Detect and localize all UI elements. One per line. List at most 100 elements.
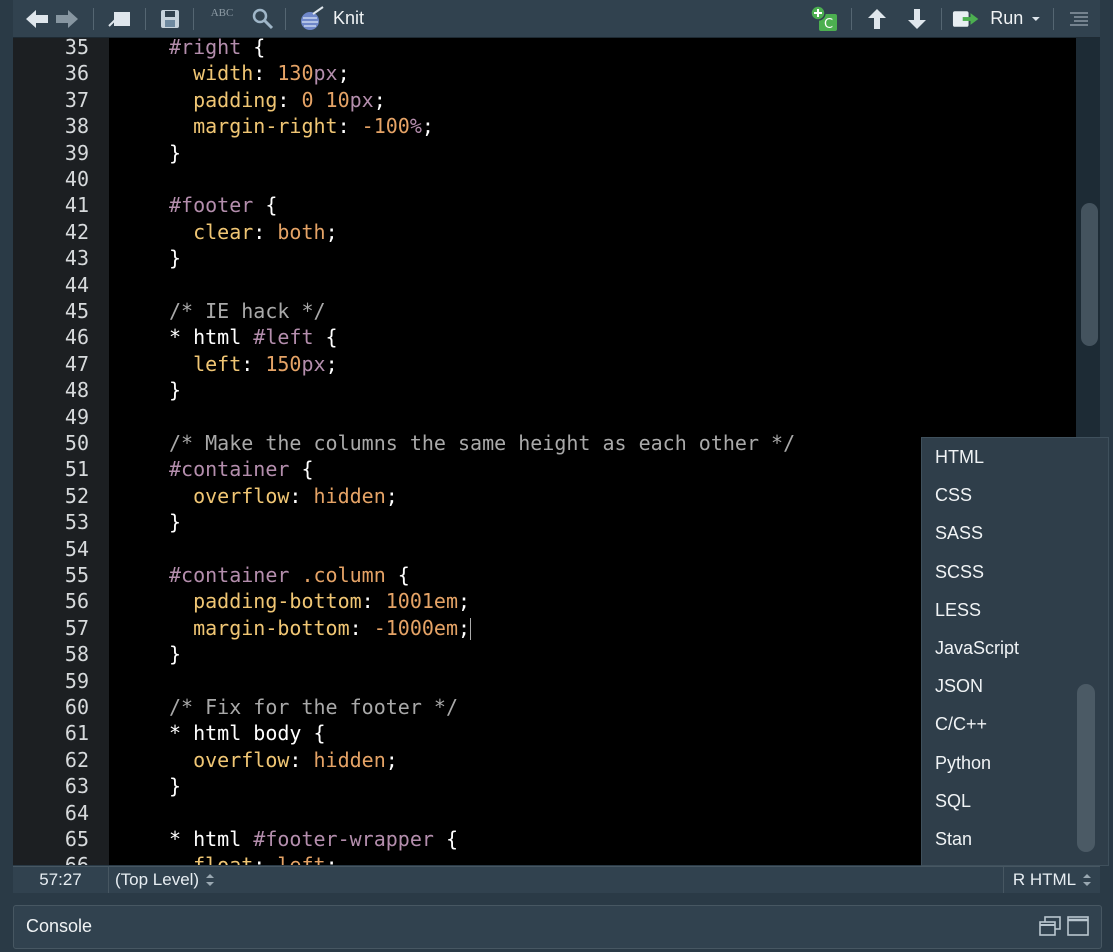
line-number: 64 bbox=[64, 800, 89, 825]
line-number: 49 bbox=[64, 404, 89, 429]
line-number: 54 bbox=[64, 536, 89, 561]
code-token: margin-bottom bbox=[169, 615, 350, 640]
console-pane-header[interactable]: Console bbox=[13, 905, 1102, 949]
code-token: } bbox=[169, 140, 182, 165]
line-number: 46 bbox=[64, 325, 89, 350]
restore-pane-icon[interactable] bbox=[1038, 915, 1062, 941]
code-line: * html body { bbox=[169, 720, 326, 746]
knit-label: Knit bbox=[333, 8, 365, 28]
language-menu-item[interactable]: SCSS bbox=[935, 562, 984, 583]
line-number: 43 bbox=[64, 246, 89, 271]
line-number: 65 bbox=[64, 827, 89, 851]
code-token: overflow bbox=[169, 747, 290, 772]
language-menu-item[interactable]: Stan bbox=[935, 829, 972, 850]
code-token: ; bbox=[458, 615, 471, 640]
code-token: * html body { bbox=[169, 721, 326, 746]
code-line: /* Fix for the footer */ bbox=[169, 694, 458, 720]
scope-selector[interactable]: (Top Level) bbox=[115, 867, 215, 893]
code-token: : bbox=[277, 87, 302, 112]
scope-label: (Top Level) bbox=[115, 870, 200, 889]
status-bar: 57:27 (Top Level) R HTML bbox=[13, 866, 1100, 893]
run-chevron-down-icon bbox=[1032, 16, 1041, 21]
editor-toolbar: ABC Knit C Run bbox=[13, 0, 1100, 38]
code-token: } bbox=[169, 642, 182, 667]
find-replace-icon[interactable] bbox=[249, 0, 277, 37]
code-token: /* IE hack */ bbox=[169, 299, 326, 323]
code-token: { bbox=[289, 457, 314, 482]
code-token: hidden bbox=[313, 747, 386, 772]
code-line: #container { bbox=[169, 456, 314, 482]
code-token: : bbox=[253, 61, 278, 86]
show-in-window-icon[interactable] bbox=[105, 0, 135, 37]
line-number: 41 bbox=[64, 193, 89, 218]
code-token: { bbox=[385, 563, 410, 587]
language-menu-item[interactable]: Python bbox=[935, 753, 991, 774]
forward-arrow-icon[interactable] bbox=[53, 0, 81, 37]
code-token: } bbox=[169, 246, 182, 271]
code-line: margin-right: -100%; bbox=[169, 113, 434, 139]
language-menu-item[interactable]: SASS bbox=[935, 523, 983, 544]
code-line: #footer { bbox=[169, 192, 277, 218]
code-token: #footer-wrapper bbox=[253, 827, 434, 851]
knit-yarn-icon bbox=[301, 5, 324, 30]
line-number: 44 bbox=[64, 272, 89, 297]
code-token: 1001em bbox=[385, 589, 458, 614]
code-token: ; bbox=[326, 853, 338, 865]
toolbar-separator bbox=[851, 8, 852, 30]
code-token: 150 bbox=[265, 351, 302, 376]
code-token: px bbox=[313, 61, 338, 86]
code-token: .column bbox=[289, 563, 386, 587]
save-icon[interactable] bbox=[157, 0, 183, 37]
line-number: 36 bbox=[64, 61, 89, 86]
run-label: Run bbox=[990, 8, 1024, 28]
code-line: left: 150px; bbox=[169, 351, 338, 377]
language-menu-item[interactable]: C/C++ bbox=[935, 714, 987, 735]
svg-text:C: C bbox=[824, 17, 833, 32]
line-number: 66 bbox=[65, 852, 89, 865]
code-line: } bbox=[169, 245, 181, 271]
run-button[interactable]: Run bbox=[951, 0, 1041, 37]
code-token: overflow bbox=[169, 483, 290, 508]
editor-scrollbar-thumb[interactable] bbox=[1081, 203, 1098, 346]
language-menu-item[interactable]: JavaScript bbox=[935, 638, 1019, 659]
previous-chunk-icon[interactable] bbox=[863, 0, 891, 37]
code-token: /* Make the columns the same height as e… bbox=[169, 431, 796, 455]
code-token: : bbox=[253, 853, 277, 865]
insert-chunk-icon: C bbox=[810, 4, 837, 32]
code-token: hidden bbox=[313, 483, 386, 508]
language-menu-item[interactable]: JSON bbox=[935, 676, 983, 697]
maximize-pane-icon[interactable] bbox=[1066, 915, 1090, 941]
code-line: float: left; bbox=[169, 852, 338, 865]
code-token: * html bbox=[169, 827, 254, 851]
code-token: : bbox=[253, 219, 278, 244]
code-token: { bbox=[253, 193, 278, 218]
console-title: Console bbox=[26, 916, 93, 936]
code-line: } bbox=[169, 140, 181, 166]
line-number: 52 bbox=[64, 483, 89, 508]
knit-button[interactable]: Knit bbox=[297, 0, 375, 37]
spellcheck-icon[interactable]: ABC bbox=[205, 0, 239, 37]
language-menu-item[interactable]: SQL bbox=[935, 791, 971, 812]
code-token: left bbox=[277, 853, 325, 865]
code-line: padding: 0 10px; bbox=[169, 87, 386, 113]
code-token: #container bbox=[169, 457, 290, 482]
language-menu-item[interactable]: LESS bbox=[935, 600, 981, 621]
back-arrow-icon[interactable] bbox=[23, 0, 51, 37]
line-number: 37 bbox=[64, 87, 89, 112]
code-token: % bbox=[409, 114, 422, 139]
document-outline-icon[interactable] bbox=[1067, 0, 1091, 37]
code-token: -1000em bbox=[373, 615, 459, 640]
line-number: 51 bbox=[64, 457, 89, 482]
next-chunk-icon[interactable] bbox=[903, 0, 931, 37]
code-token: #footer bbox=[169, 193, 254, 218]
code-token: ; bbox=[337, 61, 350, 86]
language-menu-item[interactable]: HTML bbox=[935, 447, 984, 468]
menu-scrollbar-thumb[interactable] bbox=[1077, 684, 1095, 852]
language-menu-item[interactable]: CSS bbox=[935, 485, 972, 506]
code-token: 130 bbox=[277, 61, 314, 86]
line-number-gutter: 35 36 37 38 39 40 41 42 43 44 45 46 47 48 49 50 51 52 53 54… bbox=[13, 38, 109, 865]
insert-chunk-button[interactable]: C bbox=[809, 0, 841, 37]
code-token: #right bbox=[169, 38, 242, 59]
file-type-selector[interactable]: R HTML bbox=[1003, 867, 1101, 893]
code-token: : bbox=[289, 747, 314, 772]
